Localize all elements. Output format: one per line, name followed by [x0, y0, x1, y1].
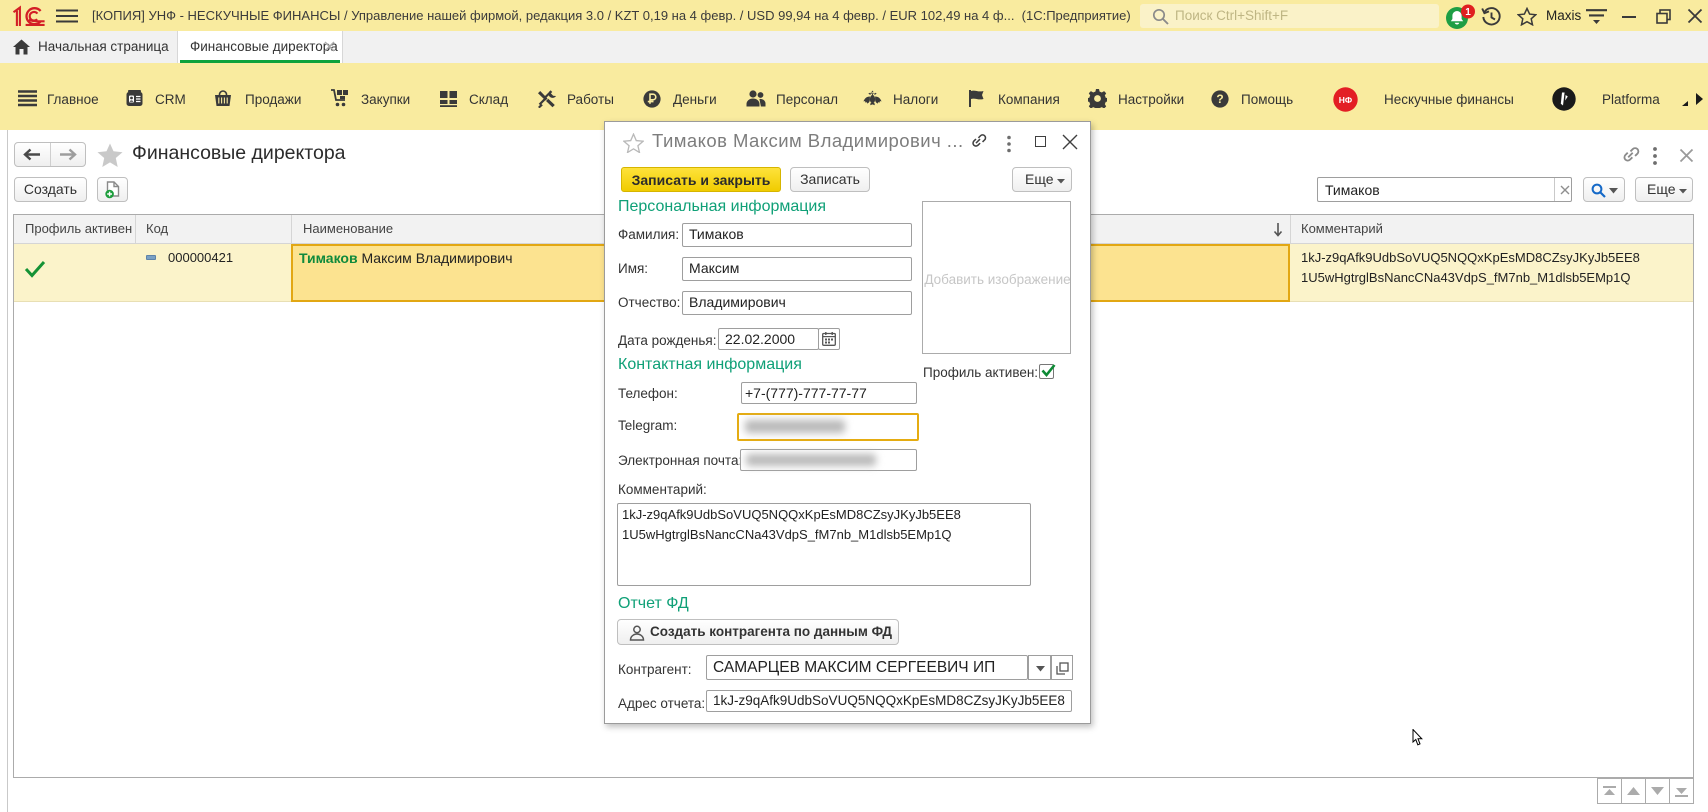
svg-text:1: 1 [1465, 7, 1471, 18]
svg-text:?: ? [1216, 92, 1223, 106]
svg-text:НФ: НФ [1339, 95, 1352, 105]
